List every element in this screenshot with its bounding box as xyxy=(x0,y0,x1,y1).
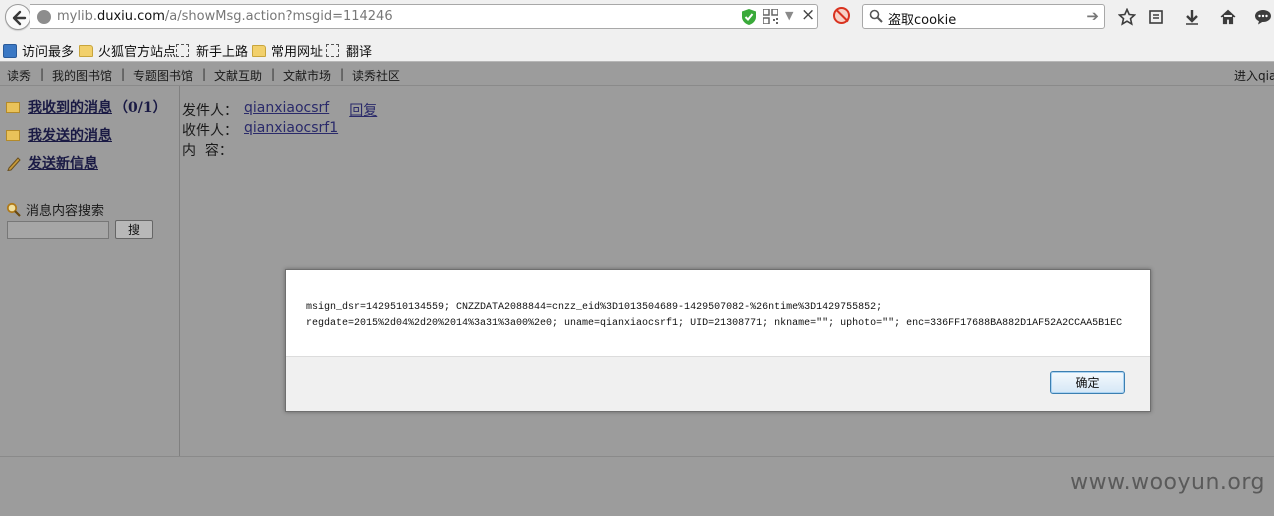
chat-icon[interactable] xyxy=(1252,6,1274,28)
bookmark-most-visited[interactable]: 访问最多 xyxy=(3,41,74,60)
blank-page-icon xyxy=(176,44,189,57)
folder-icon xyxy=(252,44,266,57)
alert-line: msign_dsr=1429510134559; CNZZDATA2088844… xyxy=(306,302,883,313)
content-label: 内 容： xyxy=(182,143,233,159)
sidebar-item-sent[interactable]: 我发送的消息 xyxy=(6,125,112,145)
arrow-right-icon[interactable]: ➔ xyxy=(1086,7,1099,25)
download-icon[interactable] xyxy=(1181,6,1203,28)
bookmark-translate[interactable]: 翻译 xyxy=(326,41,372,60)
ok-button[interactable]: 确定 xyxy=(1050,371,1125,394)
alert-dialog: msign_dsr=1429510134559; CNZZDATA2088844… xyxy=(285,269,1151,412)
nav-item-doc-exchange[interactable]: 文献互助 xyxy=(214,67,262,84)
nav-separator: | xyxy=(340,67,345,81)
bookmark-label: 常用网址 xyxy=(271,45,324,60)
search-query[interactable]: 盗取cookie xyxy=(888,9,956,28)
nav-item-my-library[interactable]: 我的图书馆 xyxy=(52,67,112,84)
back-arrow-icon xyxy=(12,10,27,26)
bookmark-label: 火狐官方站点 xyxy=(98,45,177,60)
message-search-label: 消息内容搜索 xyxy=(6,200,104,219)
qr-code-icon[interactable] xyxy=(763,9,778,24)
sidebar-item-compose[interactable]: 发送新信息 xyxy=(6,153,98,173)
bookmark-label: 翻译 xyxy=(346,45,373,60)
url-text[interactable]: mylib.duxiu.com/a/showMsg.action?msgid=1… xyxy=(57,9,393,24)
bookmark-firefox-site[interactable]: 火狐官方站点 xyxy=(79,41,176,60)
nav-separator: | xyxy=(271,67,276,81)
recipient-link[interactable]: qianxiaocsrf1 xyxy=(244,120,338,140)
sidebar-item-inbox[interactable]: 我收到的消息 （0/1） xyxy=(6,97,167,117)
bookmark-label: 访问最多 xyxy=(22,45,75,60)
bookmark-label: 新手上路 xyxy=(196,45,249,60)
inbox-link[interactable]: 我收到的消息 xyxy=(28,97,112,117)
recipient-row: 收件人： qianxiaocsrf1 xyxy=(182,120,338,140)
back-button[interactable] xyxy=(5,4,31,30)
sidebar: 我收到的消息 （0/1） 我发送的消息 发送新信息 消息内容搜索 搜 xyxy=(0,86,180,456)
alert-line: regdate=2015%2d04%2d20%2014%3a31%3a00%2e… xyxy=(306,318,1123,329)
star-icon[interactable] xyxy=(1116,6,1138,28)
recipient-label: 收件人： xyxy=(182,123,238,139)
message-search-button[interactable]: 搜 xyxy=(115,220,153,239)
home-icon[interactable] xyxy=(1217,6,1239,28)
search-icon xyxy=(869,9,883,23)
bookmarks-bar: 访问最多 火狐官方站点 新手上路 常用网址 翻译 xyxy=(0,34,1274,62)
nav-separator: | xyxy=(202,67,207,81)
folder-icon xyxy=(6,129,20,141)
nav-item-topic-library[interactable]: 专题图书馆 xyxy=(133,67,193,84)
pencil-icon xyxy=(7,157,21,171)
nav-enter-user[interactable]: 进入qia xyxy=(1234,67,1274,84)
sender-label: 发件人： xyxy=(182,103,238,119)
globe-icon xyxy=(37,10,51,24)
sent-link[interactable]: 我发送的消息 xyxy=(28,125,112,145)
sender-row: 发件人： qianxiaocsrf 回复 xyxy=(182,100,377,120)
nav-separator: | xyxy=(40,67,45,81)
inbox-count: （0/1） xyxy=(114,100,167,116)
watermark: www.wooyun.org xyxy=(1070,470,1265,495)
alert-message: msign_dsr=1429510134559; CNZZDATA2088844… xyxy=(306,300,1136,332)
reading-list-icon[interactable] xyxy=(1145,6,1167,28)
bookmark-common-sites[interactable]: 常用网址 xyxy=(252,41,323,60)
search-label-text: 消息内容搜索 xyxy=(26,204,105,219)
search-bar[interactable]: 盗取cookie ➔ xyxy=(862,4,1105,29)
alert-body: msign_dsr=1429510134559; CNZZDATA2088844… xyxy=(286,270,1150,357)
message-search-input[interactable] xyxy=(7,221,109,239)
browser-toolbar: mylib.duxiu.com/a/showMsg.action?msgid=1… xyxy=(0,0,1274,34)
reply-link[interactable]: 回复 xyxy=(349,100,377,120)
compose-link[interactable]: 发送新信息 xyxy=(28,153,98,173)
shield-check-icon[interactable] xyxy=(741,8,757,26)
site-nav: 读秀 | 我的图书馆 | 专题图书馆 | 文献互助 | 文献市场 | 读秀社区 … xyxy=(0,63,1274,86)
nav-item-doc-market[interactable]: 文献市场 xyxy=(283,67,331,84)
content-row: 内 容： xyxy=(182,140,244,160)
folder-icon xyxy=(6,101,20,113)
blank-page-icon xyxy=(326,44,339,57)
folder-icon xyxy=(79,44,93,57)
dropdown-arrow-icon[interactable]: ▼ xyxy=(785,9,793,22)
noscript-icon[interactable] xyxy=(833,7,850,24)
sender-link[interactable]: qianxiaocsrf xyxy=(244,100,329,120)
bookmark-getting-started[interactable]: 新手上路 xyxy=(176,41,248,60)
nav-item-community[interactable]: 读秀社区 xyxy=(352,67,400,84)
nav-separator: | xyxy=(121,67,126,81)
nav-item-duxiu[interactable]: 读秀 xyxy=(7,67,31,84)
search-icon xyxy=(6,202,21,217)
url-bar[interactable]: mylib.duxiu.com/a/showMsg.action?msgid=1… xyxy=(30,4,818,29)
most-visited-icon xyxy=(3,43,17,58)
close-icon[interactable]: × xyxy=(801,5,815,25)
